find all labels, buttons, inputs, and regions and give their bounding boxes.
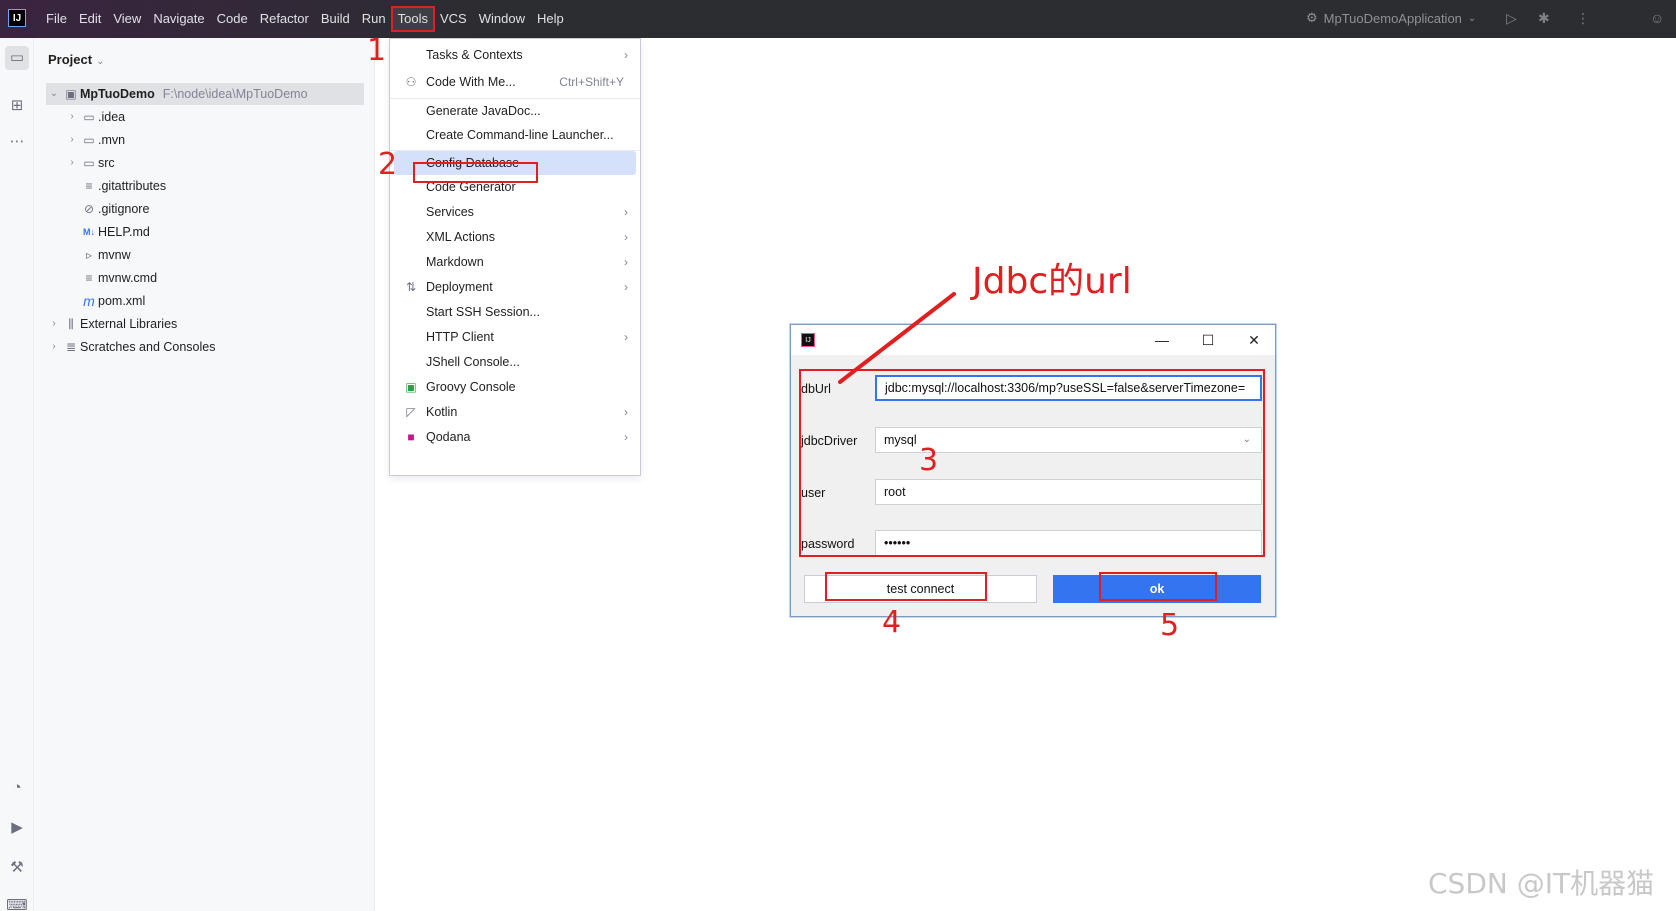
watermark: CSDN @IT机器猫: [1428, 867, 1655, 900]
annotation-arrow-line: [838, 292, 956, 384]
